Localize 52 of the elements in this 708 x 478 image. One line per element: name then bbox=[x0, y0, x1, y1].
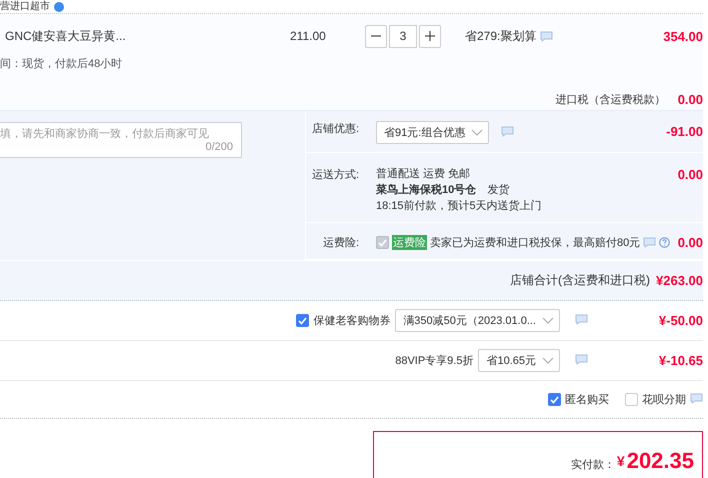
option-label: 店铺优惠: bbox=[310, 122, 360, 136]
insurance-text: 卖家已为运费和进口税投保，最高赔付80元 bbox=[430, 236, 640, 250]
discount-select[interactable]: 省10.65元 bbox=[478, 349, 560, 372]
discount-amount: ¥-50.00 bbox=[658, 313, 703, 328]
checkbox[interactable] bbox=[296, 314, 310, 327]
chat-icon[interactable] bbox=[690, 392, 703, 404]
tax-label: 进口税（含运费税款） bbox=[556, 93, 666, 107]
increase-button[interactable] bbox=[419, 24, 441, 48]
option-label: 运费险: bbox=[322, 236, 360, 250]
payment-amount: 202.35 bbox=[626, 448, 694, 474]
delivery-note: 间：现货，付款后48小时 bbox=[0, 57, 124, 71]
payment-label: 实付款： bbox=[570, 458, 615, 472]
currency-symbol: ¥ bbox=[616, 453, 625, 469]
decrease-button[interactable] bbox=[365, 24, 387, 48]
shipping-info: 普通配送 运费 免邮 bbox=[376, 167, 472, 181]
store-name: 营进口超市 bbox=[0, 2, 50, 12]
quantity-input[interactable]: 3 bbox=[389, 24, 417, 48]
discount-amount: ¥-10.65 bbox=[658, 353, 703, 368]
chat-icon[interactable] bbox=[575, 314, 588, 324]
chat-icon[interactable] bbox=[575, 354, 588, 364]
shipping-info: 菜鸟上海保税10号仓 发货 bbox=[376, 183, 510, 197]
badge-icon bbox=[54, 2, 64, 12]
amount: 0.00 bbox=[678, 167, 703, 182]
caret-icon bbox=[542, 357, 554, 364]
total-label: 店铺合计(含运费和进口税) bbox=[510, 272, 650, 289]
promo-text: 省279:聚划算 bbox=[465, 28, 536, 44]
subtotal: 354.00 bbox=[663, 28, 703, 44]
checkbox[interactable] bbox=[625, 393, 638, 406]
minus-icon bbox=[371, 35, 381, 37]
checkbox[interactable] bbox=[548, 393, 561, 406]
amount: 0.00 bbox=[678, 235, 703, 250]
caret-icon bbox=[542, 317, 554, 324]
plus-icon bbox=[425, 31, 435, 41]
amount: -91.00 bbox=[666, 124, 703, 139]
coupon-option[interactable]: 保健老客购物券 bbox=[296, 313, 390, 328]
chat-icon[interactable] bbox=[643, 237, 656, 248]
option-checkbox[interactable]: 匿名购买 bbox=[548, 392, 609, 407]
tax-amount: 0.00 bbox=[678, 92, 703, 107]
discount-select[interactable]: 省91元:组合优惠 bbox=[376, 121, 490, 144]
insurance-tag: 运费险 bbox=[392, 235, 427, 250]
discount-label: 88VIP专享9.5折 bbox=[395, 354, 474, 368]
discount-select[interactable]: 满350减50元（2023.01.0... bbox=[395, 309, 560, 332]
caret-icon bbox=[471, 129, 484, 136]
unit-price: 211.00 bbox=[290, 29, 327, 43]
shipping-info: 18:15前付款，预计5天内送货上门 bbox=[376, 199, 542, 213]
total-amount: ¥263.00 bbox=[656, 273, 703, 288]
chat-icon[interactable] bbox=[540, 30, 554, 42]
option-label: 运送方式: bbox=[310, 168, 360, 182]
help-icon[interactable] bbox=[659, 237, 670, 248]
option-checkbox[interactable]: 花呗分期 bbox=[625, 392, 686, 407]
product-name[interactable]: GNC健安喜大豆异黄... bbox=[0, 28, 290, 44]
chat-icon[interactable] bbox=[501, 126, 514, 137]
